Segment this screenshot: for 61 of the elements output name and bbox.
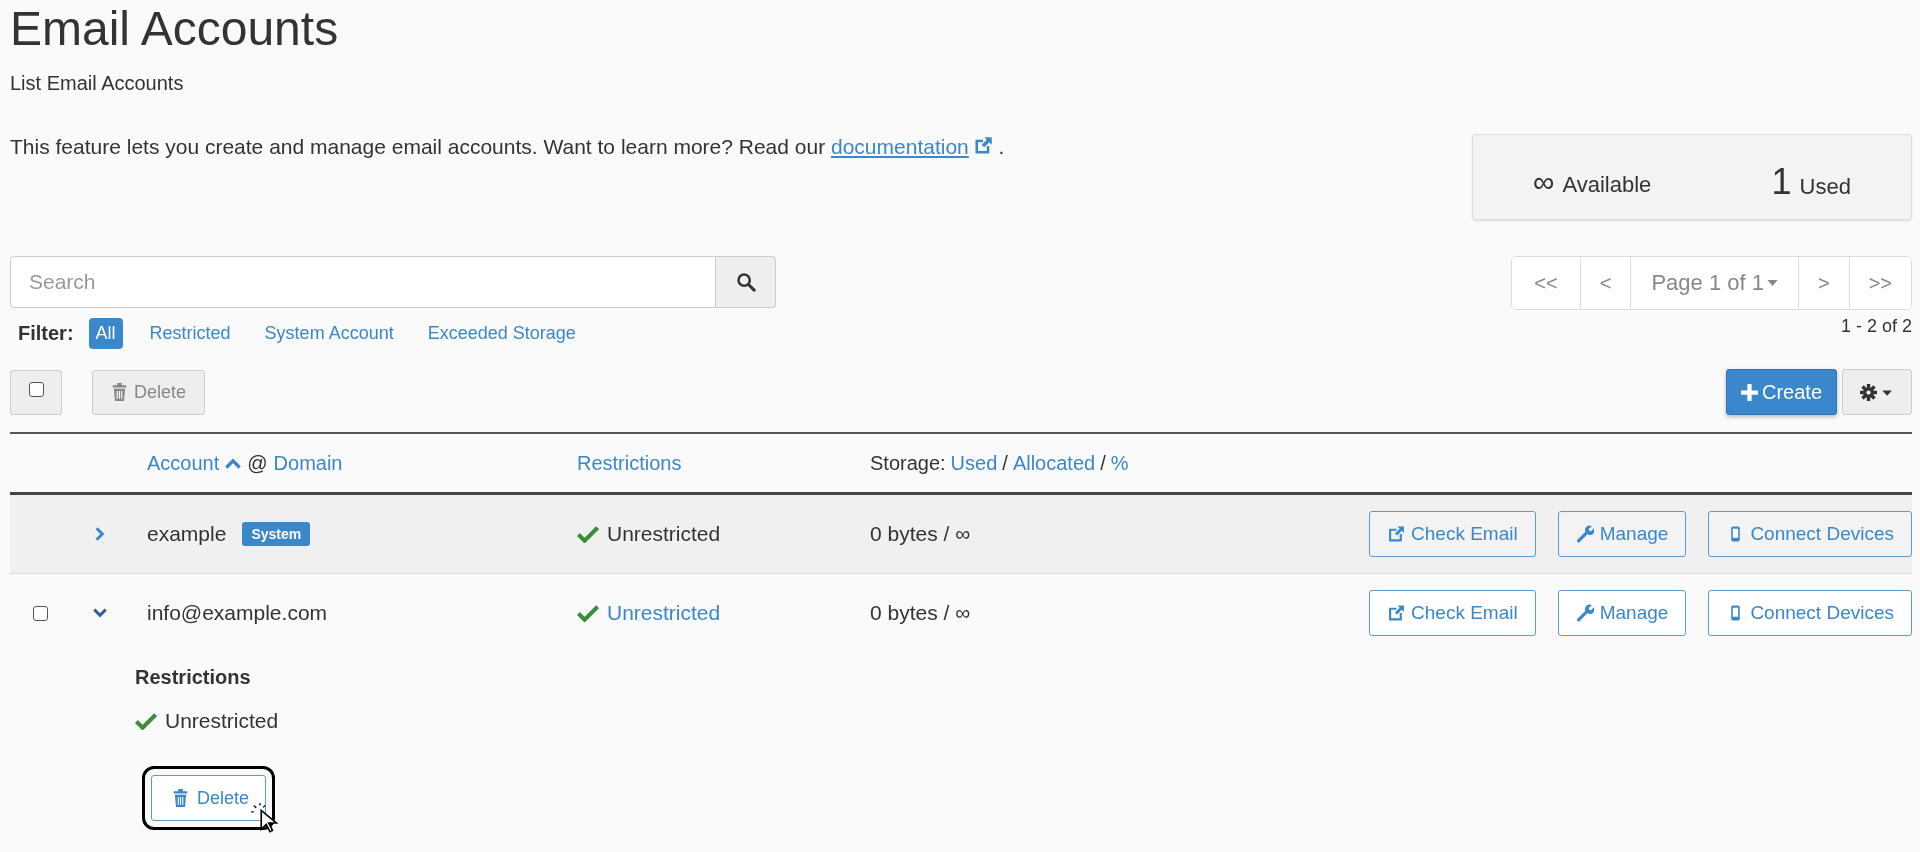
checkmark-icon: [577, 604, 599, 622]
search-field[interactable]: Search: [10, 256, 716, 308]
filter-label: Filter:: [18, 321, 74, 345]
manage-button[interactable]: Manage: [1557, 590, 1687, 636]
used-column-link[interactable]: Used: [950, 451, 998, 475]
restrictions-heading: Restrictions: [135, 666, 252, 689]
storage-column-label: Storage:: [870, 451, 946, 475]
sort-ascending-icon: [225, 457, 242, 469]
plus-icon: [1740, 383, 1758, 401]
last-page-button[interactable]: >>: [1848, 257, 1911, 309]
connect-devices-button[interactable]: Connect Devices: [1708, 590, 1912, 636]
check-email-button[interactable]: Check Email: [1369, 590, 1536, 636]
page-subtitle: List Email Accounts: [10, 71, 185, 96]
allocated-column-link[interactable]: Allocated: [1012, 451, 1096, 475]
account-name: example: [147, 522, 227, 546]
settings-icon: [1860, 383, 1894, 401]
select-all-checkbox[interactable]: [28, 381, 44, 397]
trash-icon: [111, 383, 128, 401]
filter-option[interactable]: All: [88, 317, 123, 349]
trash-icon: [172, 789, 189, 807]
restrictions-column-link[interactable]: Restrictions: [577, 451, 682, 475]
manage-button[interactable]: Manage: [1557, 511, 1687, 557]
page-title: Email Accounts: [10, 1, 340, 56]
account-column-link[interactable]: Account: [147, 451, 220, 475]
filter-option[interactable]: Restricted: [142, 317, 238, 349]
percent-column-link[interactable]: %: [1110, 451, 1129, 475]
system-badge: System: [242, 522, 311, 546]
documentation-link[interactable]: documentation: [831, 135, 993, 158]
create-button[interactable]: Create: [1725, 369, 1837, 415]
search-icon: [735, 272, 756, 292]
external-link-icon: [1388, 604, 1406, 622]
stat-label: Available: [1562, 172, 1652, 198]
wrench-icon: [1576, 525, 1594, 543]
stat-value: 1: [1771, 161, 1792, 203]
stat-label: Used: [1799, 174, 1851, 200]
checkmark-icon: [135, 712, 157, 730]
restriction-status: Unrestricted: [165, 709, 279, 733]
slash-text: /: [1100, 451, 1106, 475]
filter-option[interactable]: Exceeded Storage: [420, 317, 583, 349]
storage-value: 0 bytes / ∞: [870, 522, 971, 546]
storage-value: 0 bytes / ∞: [870, 601, 971, 625]
period-text: .: [998, 135, 1005, 158]
restriction-link[interactable]: Unrestricted: [607, 601, 721, 625]
check-email-button[interactable]: Check Email: [1369, 511, 1536, 557]
external-link-icon: [1388, 525, 1406, 543]
connect-devices-button[interactable]: Connect Devices: [1708, 511, 1912, 557]
at-sign-text: @: [247, 451, 268, 475]
restriction-status: Unrestricted: [607, 522, 721, 546]
account-name: info@example.com: [147, 601, 328, 625]
filter-option[interactable]: System Account: [257, 317, 401, 349]
settings-button[interactable]: [1842, 369, 1912, 415]
row-checkbox[interactable]: [32, 605, 48, 621]
slash-text: /: [1002, 451, 1008, 475]
results-range: 1 - 2 of 2: [1840, 315, 1912, 337]
search-button[interactable]: [716, 256, 776, 308]
wrench-icon: [1576, 604, 1594, 622]
description-text: This feature lets you create and manage email accounts. Want to learn more? Read our documentation .: [10, 134, 1005, 160]
checkmark-icon: [577, 525, 599, 543]
domain-column-link[interactable]: Domain: [273, 451, 343, 475]
stat-value: ∞: [1533, 165, 1555, 199]
caret-icon: [1766, 280, 1778, 286]
